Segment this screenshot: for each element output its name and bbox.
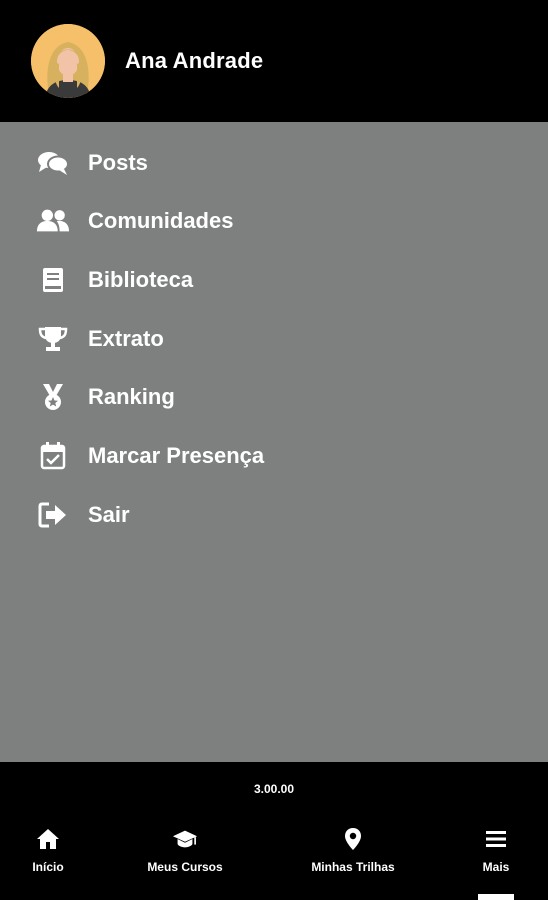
user-avatar-woman-icon [31,24,105,98]
menu-item-label: Sair [88,502,130,527]
app-version: 3.00.00 [253,782,295,796]
menu-item-extrato[interactable]: Extrato [0,314,548,364]
comments-icon [36,146,70,180]
menu-item-label: Biblioteca [88,267,194,292]
nav-item-meus-cursos[interactable]: Meus Cursos [135,826,235,892]
active-tab-indicator [478,894,514,900]
calendar-check-icon [36,439,70,473]
menu-item-label: Extrato [88,326,164,351]
trophy-icon [36,322,70,356]
medal-icon [36,380,70,414]
menu-item-comunidades[interactable]: Comunidades [0,196,548,246]
side-menu: Posts Comunidades Biblioteca Extrato Ran… [0,122,548,762]
user-name: Ana Andrade [125,48,264,73]
profile-header: Ana Andrade [0,0,548,122]
menu-item-label: Comunidades [88,208,234,233]
users-icon [36,204,70,238]
nav-item-minhas-trilhas[interactable]: Minhas Trilhas [298,826,408,892]
menu-item-marcar-presenca[interactable]: Marcar Presença [0,431,548,481]
menu-item-label: Marcar Presença [88,443,265,468]
menu-item-ranking[interactable]: Ranking [0,372,548,422]
map-marker-icon [340,826,366,852]
book-icon [36,263,70,297]
avatar[interactable] [31,24,105,98]
nav-label: Minhas Trilhas [311,860,395,874]
app-root: Ana Andrade Posts Comunidades Biblioteca… [0,0,548,900]
menu-bars-icon [483,826,509,852]
menu-item-label: Ranking [88,384,175,409]
menu-item-label: Posts [88,150,148,175]
nav-label: Meus Cursos [147,860,223,874]
menu-item-posts[interactable]: Posts [0,138,548,188]
menu-item-biblioteca[interactable]: Biblioteca [0,255,548,305]
nav-label: Mais [482,860,510,874]
home-icon [35,826,61,852]
graduation-cap-icon [172,826,198,852]
nav-item-inicio[interactable]: Início [22,826,74,892]
nav-item-mais[interactable]: Mais [470,826,522,892]
menu-item-sair[interactable]: Sair [0,490,548,540]
nav-label: Início [32,860,64,874]
sign-out-icon [36,498,70,532]
bottom-bar: 3.00.00 Início Meus Cursos Minhas Trilha… [0,762,548,900]
